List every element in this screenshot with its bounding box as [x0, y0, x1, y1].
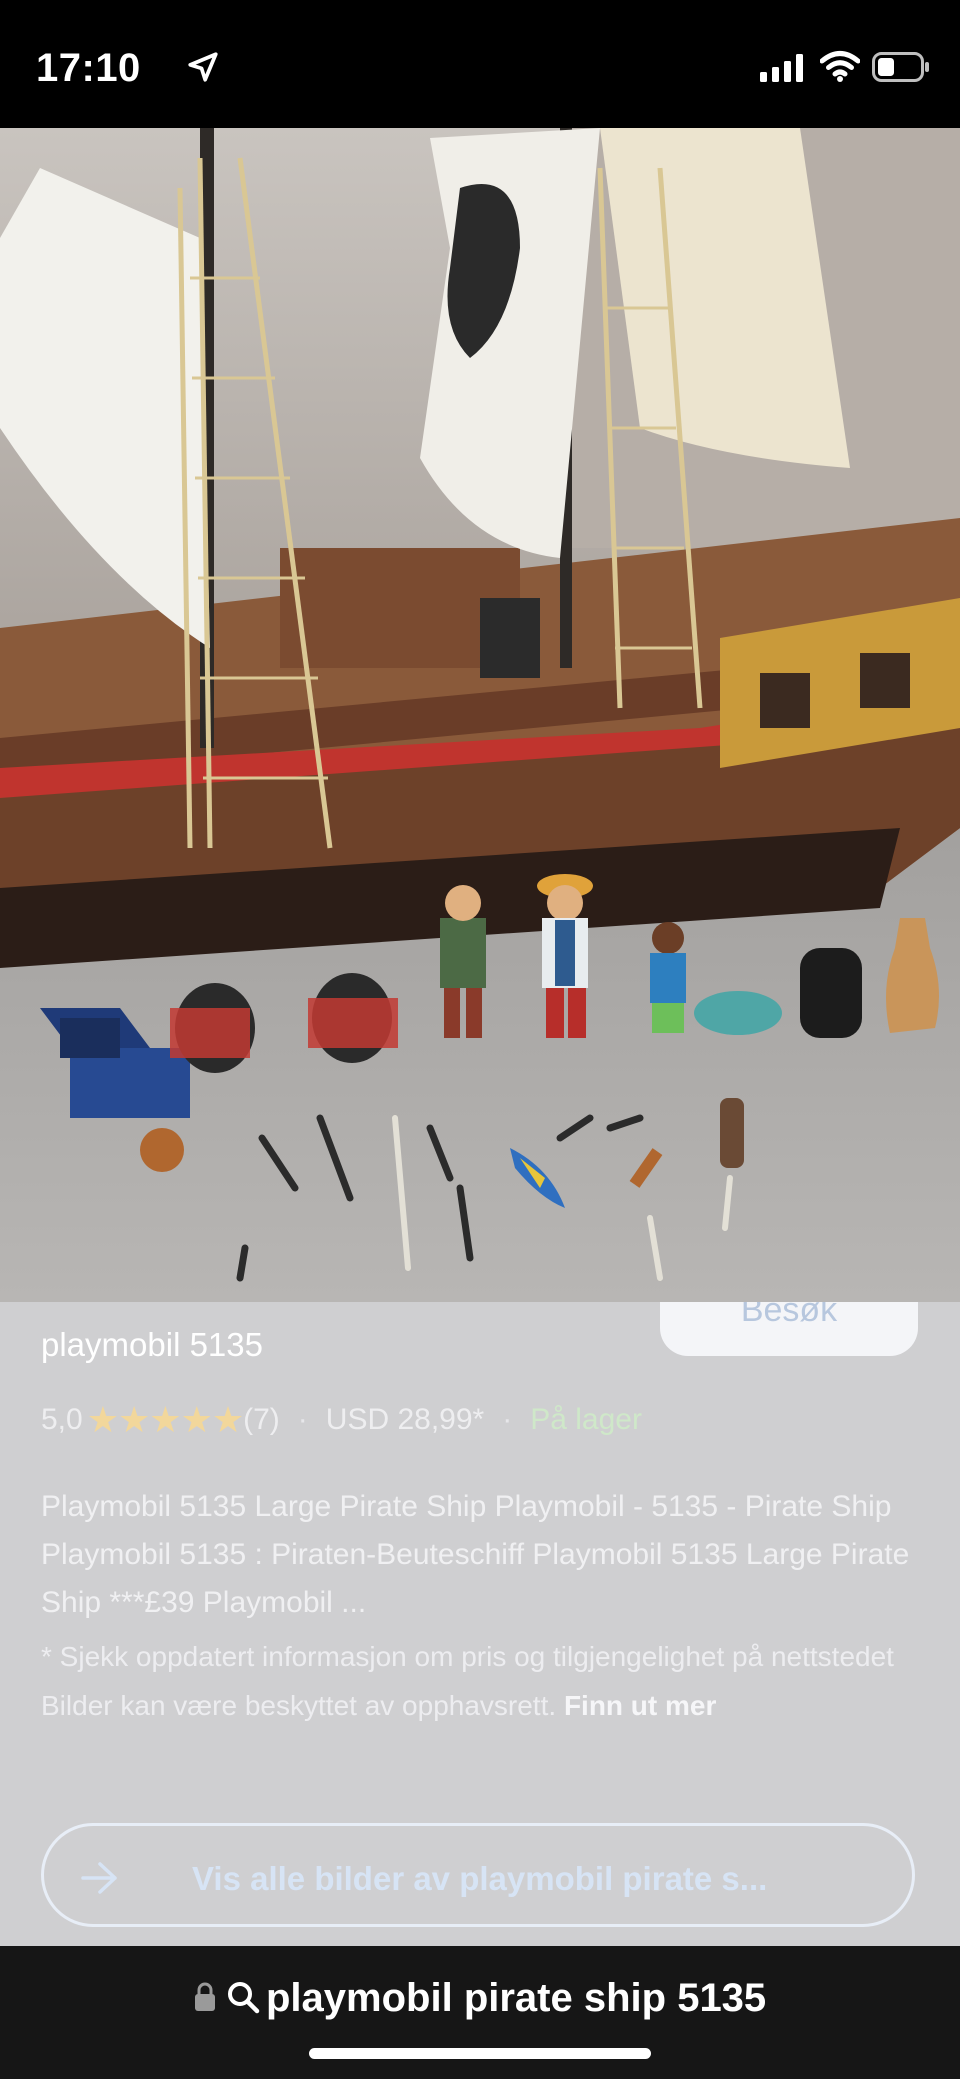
star-icon: ★: [149, 1399, 182, 1440]
review-count: (7): [243, 1403, 280, 1436]
cellular-signal-icon: [760, 54, 803, 82]
search-query[interactable]: playmobil pirate ship 5135: [266, 1976, 766, 2021]
star-icon: ★: [211, 1399, 245, 1440]
disclaimer-text: * Sjekk oppdatert informasjon om pris og…: [41, 1641, 894, 1721]
price-disclaimer: * Sjekk oppdatert informasjon om pris og…: [41, 1632, 921, 1730]
result-meta-row: 5,0 ★ ★ ★ ★ ★ (7) · USD 28,99* · På lage…: [41, 1402, 642, 1438]
search-icon: [228, 1982, 260, 2014]
location-arrow-icon: [188, 52, 218, 82]
star-icon: ★: [180, 1399, 213, 1440]
visit-button[interactable]: Besøk: [660, 1302, 918, 1356]
stock-status: På lager: [530, 1403, 642, 1436]
price: USD 28,99*: [325, 1403, 485, 1436]
arrow-right-icon: [81, 1862, 117, 1894]
learn-more-link[interactable]: Finn ut mer: [564, 1690, 716, 1721]
lock-icon: [195, 1982, 215, 2011]
result-title[interactable]: playmobil 5135: [41, 1326, 263, 1364]
result-description: Playmobil 5135 Large Pirate Ship Playmob…: [41, 1490, 910, 1619]
star-icon: ★: [86, 1399, 119, 1440]
result-image[interactable]: [0, 128, 960, 1302]
wifi-icon: [820, 51, 860, 82]
pirate-ship-illustration: [0, 128, 960, 1302]
separator-dot: ·: [502, 1403, 513, 1436]
battery-icon: [872, 52, 929, 82]
separator-dot: ·: [297, 1403, 308, 1436]
address-bar[interactable]: playmobil pirate ship 5135: [0, 1946, 960, 2079]
status-time: 17:10: [36, 46, 141, 90]
rating-stars: ★ ★ ★ ★ ★: [86, 1399, 245, 1440]
rating-value: 5,0: [41, 1403, 83, 1436]
visit-button-label: Besøk: [740, 1302, 838, 1329]
status-bar: 17:10: [0, 0, 960, 128]
home-indicator[interactable]: [309, 2048, 651, 2059]
view-all-images-label: Vis alle bilder av playmobil pirate s...: [192, 1860, 768, 1897]
star-icon: ★: [118, 1399, 151, 1440]
view-all-images-button[interactable]: Vis alle bilder av playmobil pirate s...: [41, 1823, 915, 1927]
